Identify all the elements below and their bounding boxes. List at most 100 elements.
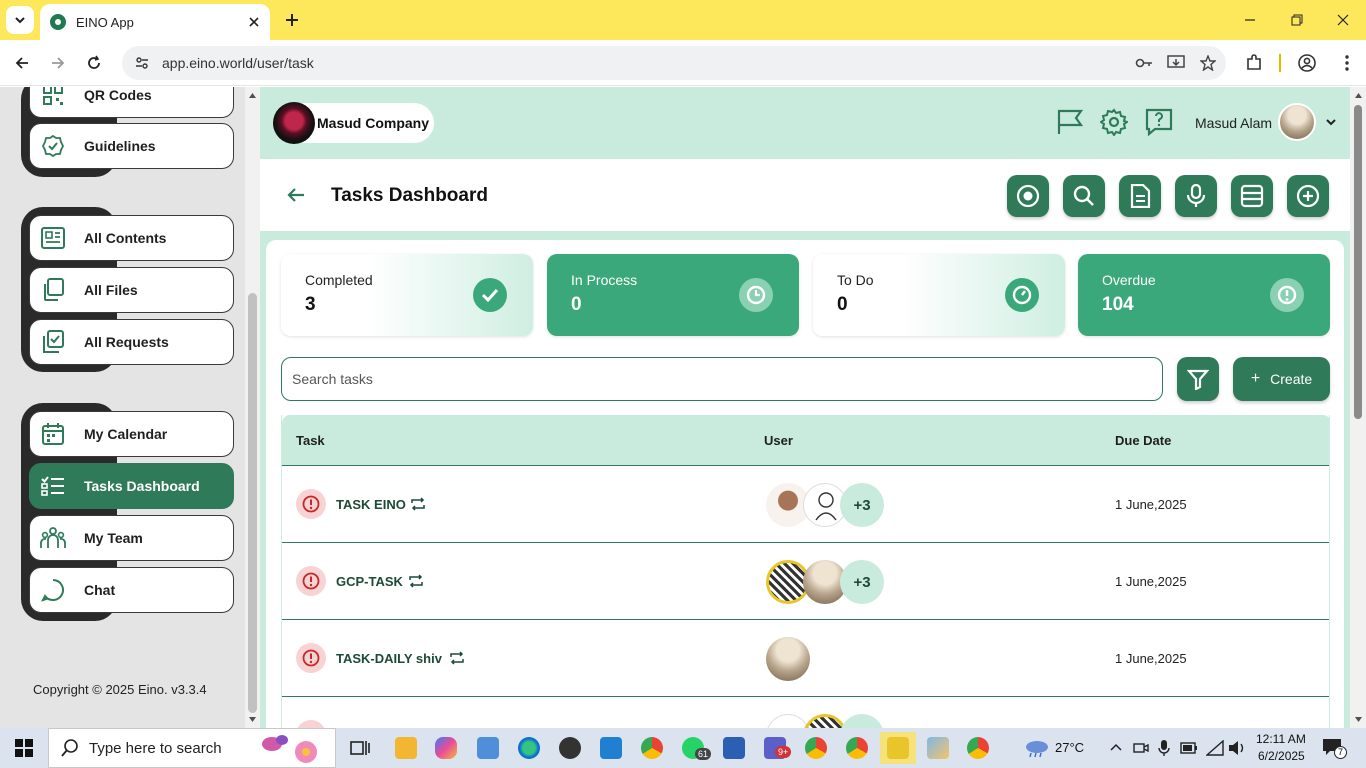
create-task-button[interactable]: + Create: [1233, 357, 1330, 401]
chrome-profile-c-app[interactable]: [960, 732, 996, 764]
table-row[interactable]: [282, 697, 1329, 728]
sidebar-item-all-requests[interactable]: All Requests: [29, 319, 234, 365]
vscode-app[interactable]: [593, 732, 629, 764]
scroll-up-icon[interactable]: [1354, 91, 1363, 100]
sidebar-item-my-team[interactable]: My Team: [29, 515, 234, 561]
clock-time[interactable]: 12:11 AM: [1256, 732, 1306, 746]
browser-tab[interactable]: EINO App: [40, 4, 270, 40]
stat-card-in-process[interactable]: In Process 0: [547, 254, 799, 336]
column-header-user[interactable]: User: [764, 433, 793, 448]
filter-button[interactable]: [1177, 357, 1219, 401]
sidebar-item-all-contents[interactable]: All Contents: [29, 215, 234, 261]
extensions-button[interactable]: [1240, 49, 1268, 77]
user-avatar[interactable]: [1278, 103, 1316, 141]
stat-card-to-do[interactable]: To Do 0: [813, 254, 1065, 336]
new-tab-button[interactable]: [280, 8, 304, 32]
scroll-down-icon[interactable]: [248, 715, 257, 724]
remote-desktop-app[interactable]: [470, 732, 506, 764]
word-icon: [723, 737, 745, 759]
whatsapp-app[interactable]: 61: [675, 732, 712, 764]
chrome-app[interactable]: [634, 732, 670, 764]
notification-center-button[interactable]: 7: [1322, 738, 1347, 759]
user-avatar[interactable]: [766, 714, 810, 728]
password-key-icon[interactable]: [1130, 49, 1158, 77]
company-switcher[interactable]: Masud Company: [273, 102, 434, 144]
camera-tray-icon[interactable]: [1133, 740, 1149, 756]
start-button[interactable]: [0, 728, 48, 768]
list-view-button[interactable]: [1231, 175, 1273, 217]
browser-menu-button[interactable]: [1333, 49, 1361, 77]
install-app-icon[interactable]: [1162, 49, 1190, 77]
task-name[interactable]: TASK EINO: [336, 497, 406, 512]
main-scroll-thumb[interactable]: [1354, 105, 1362, 419]
sidebar-item-my-calendar[interactable]: My Calendar: [29, 411, 234, 457]
address-bar[interactable]: app.eino.world/user/task: [122, 46, 1226, 80]
document-button[interactable]: [1119, 175, 1161, 217]
stat-card-overdue[interactable]: Overdue 104: [1078, 254, 1330, 336]
tab-search-button[interactable]: [6, 6, 34, 34]
sidebar-item-chat[interactable]: Chat: [29, 567, 234, 613]
scroll-down-icon[interactable]: [1354, 715, 1363, 724]
target-button[interactable]: [1007, 175, 1049, 217]
add-task-button[interactable]: [1287, 175, 1329, 217]
file-explorer-app[interactable]: [388, 732, 424, 764]
chrome-profile-a-app[interactable]: [798, 732, 834, 764]
close-window-button[interactable]: [1323, 6, 1363, 34]
table-row[interactable]: TASK-DAILY shiv 1 June,2025: [282, 620, 1329, 697]
copilot-app[interactable]: [428, 732, 464, 764]
tab-close-button[interactable]: [242, 10, 266, 34]
edge-app[interactable]: [511, 732, 547, 764]
sidebar-item-all-files[interactable]: All Files: [29, 267, 234, 313]
clock-date[interactable]: 6/2/2025: [1258, 749, 1305, 763]
main-scrollbar[interactable]: [1350, 87, 1366, 728]
sidebar-item-tasks-dashboard[interactable]: Tasks Dashboard: [29, 463, 234, 509]
weather-temperature[interactable]: 27°C: [1055, 740, 1084, 755]
qr-avatar[interactable]: [803, 714, 847, 728]
back-arrow-icon[interactable]: [284, 183, 308, 207]
task-view-button[interactable]: [342, 732, 378, 764]
column-header-task[interactable]: Task: [296, 433, 325, 448]
weather-cloud-rain-icon[interactable]: [1024, 738, 1050, 758]
back-nav-button[interactable]: [8, 49, 36, 77]
obs-app[interactable]: [552, 732, 588, 764]
column-header-due-date[interactable]: Due Date: [1115, 433, 1171, 448]
microphone-button[interactable]: [1175, 175, 1217, 217]
more-users-count[interactable]: [840, 714, 884, 728]
task-name[interactable]: TASK-DAILY shiv: [336, 651, 442, 666]
wifi-icon[interactable]: [1206, 740, 1224, 756]
volume-icon[interactable]: [1228, 740, 1246, 756]
stat-card-completed[interactable]: Completed 3: [281, 254, 533, 336]
task-name[interactable]: GCP-TASK: [336, 574, 403, 589]
word-app[interactable]: [716, 732, 752, 764]
minimize-button[interactable]: [1230, 6, 1270, 34]
sidebar-scroll-thumb[interactable]: [248, 293, 257, 713]
user-avatar[interactable]: [766, 637, 810, 681]
sidebar-item-guidelines[interactable]: Guidelines: [29, 123, 234, 169]
settings-button[interactable]: [1099, 107, 1129, 137]
chrome-profile-b-app[interactable]: [839, 732, 875, 764]
more-users-count[interactable]: +3: [840, 483, 884, 527]
profile-button[interactable]: [1293, 49, 1321, 77]
reload-button[interactable]: [80, 49, 108, 77]
user-name[interactable]: Masud Alam: [1195, 115, 1272, 131]
paint-app[interactable]: [920, 732, 956, 764]
search-tasks-input[interactable]: [281, 357, 1163, 401]
help-button[interactable]: [1144, 107, 1174, 137]
chevron-up-icon[interactable]: [1110, 742, 1122, 754]
teams-app[interactable]: 9+: [757, 732, 793, 764]
table-row[interactable]: GCP-TASK +3 1 June,2025: [282, 543, 1329, 620]
restore-button[interactable]: [1277, 6, 1317, 34]
flag-button[interactable]: [1055, 107, 1085, 137]
microphone-tray-icon[interactable]: [1158, 739, 1170, 757]
sidebar-item-qr-codes[interactable]: QR Codes: [29, 87, 234, 118]
battery-icon[interactable]: [1180, 741, 1198, 755]
chevron-down-icon[interactable]: [1324, 115, 1338, 129]
table-row[interactable]: TASK EINO +3 1 June,2025: [282, 466, 1329, 543]
search-button[interactable]: [1063, 175, 1105, 217]
bookmark-star-icon[interactable]: [1194, 49, 1222, 77]
powertoys-app[interactable]: [880, 732, 916, 764]
forward-nav-button[interactable]: [44, 49, 72, 77]
sidebar-scrollbar[interactable]: [245, 87, 260, 728]
scroll-up-icon[interactable]: [248, 91, 257, 100]
more-users-count[interactable]: +3: [840, 560, 884, 604]
